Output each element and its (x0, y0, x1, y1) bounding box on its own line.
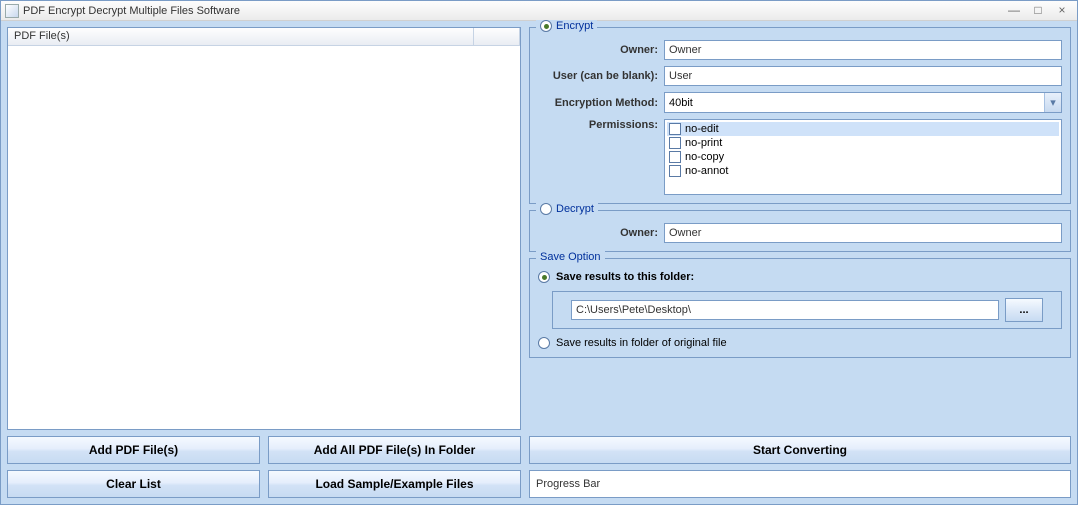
save-original-option[interactable]: Save results in folder of original file (538, 337, 1062, 349)
encrypt-group: Encrypt Owner: User (can be blank): Encr… (529, 27, 1071, 204)
button-row-2: Clear List Load Sample/Example Files Pro… (7, 470, 1071, 498)
titlebar: PDF Encrypt Decrypt Multiple Files Softw… (1, 1, 1077, 21)
perm-no-edit-label: no-edit (685, 123, 719, 135)
close-button[interactable]: × (1051, 4, 1073, 18)
start-converting-button[interactable]: Start Converting (529, 436, 1071, 464)
left-column: PDF File(s) (7, 27, 521, 430)
permissions-list[interactable]: no-edit no-print no-copy (664, 119, 1062, 195)
button-row-1: Add PDF File(s) Add All PDF File(s) In F… (7, 436, 1071, 464)
encrypt-method-combo[interactable]: 40bit ▾ (664, 92, 1062, 113)
encrypt-user-label: User (can be blank): (538, 70, 664, 82)
minimize-button[interactable]: — (1003, 4, 1025, 18)
bottom-rows: Add PDF File(s) Add All PDF File(s) In F… (7, 436, 1071, 498)
add-pdf-files-button[interactable]: Add PDF File(s) (7, 436, 260, 464)
perm-no-annot-checkbox[interactable] (669, 165, 681, 177)
file-list-header: PDF File(s) (8, 28, 520, 46)
save-to-folder-radio[interactable] (538, 271, 550, 283)
top-area: PDF File(s) Encrypt Owner: (7, 27, 1071, 430)
encrypt-perm-label: Permissions: (538, 119, 664, 131)
encrypt-legend-label: Encrypt (556, 20, 593, 32)
window-title: PDF Encrypt Decrypt Multiple Files Softw… (23, 5, 1001, 17)
perm-no-copy-checkbox[interactable] (669, 151, 681, 163)
perm-no-edit-checkbox[interactable] (669, 123, 681, 135)
encrypt-radio[interactable] (540, 20, 552, 32)
maximize-button[interactable]: □ (1027, 4, 1049, 18)
save-to-folder-option[interactable]: Save results to this folder: (538, 271, 1062, 283)
add-all-pdf-folder-button[interactable]: Add All PDF File(s) In Folder (268, 436, 521, 464)
save-path-wrap: ... (552, 291, 1062, 329)
file-list-column-header[interactable]: PDF File(s) (8, 28, 474, 45)
encrypt-owner-input[interactable] (664, 40, 1062, 60)
save-original-radio[interactable] (538, 337, 550, 349)
perm-no-print-checkbox[interactable] (669, 137, 681, 149)
file-list-column-spacer (474, 28, 520, 45)
decrypt-owner-label: Owner: (538, 227, 664, 239)
client-area: PDF File(s) Encrypt Owner: (1, 21, 1077, 504)
save-path-input[interactable] (571, 300, 999, 320)
perm-no-copy-label: no-copy (685, 151, 724, 163)
progress-bar: Progress Bar (529, 470, 1071, 498)
app-window: PDF Encrypt Decrypt Multiple Files Softw… (0, 0, 1078, 505)
perm-no-annot[interactable]: no-annot (667, 164, 1059, 178)
encrypt-user-input[interactable] (664, 66, 1062, 86)
browse-button[interactable]: ... (1005, 298, 1043, 322)
load-sample-button[interactable]: Load Sample/Example Files (268, 470, 521, 498)
save-original-label: Save results in folder of original file (556, 337, 727, 349)
encrypt-owner-label: Owner: (538, 44, 664, 56)
decrypt-radio[interactable] (540, 203, 552, 215)
save-option-group: Save Option Save results to this folder:… (529, 258, 1071, 358)
perm-no-copy[interactable]: no-copy (667, 150, 1059, 164)
decrypt-legend-label: Decrypt (556, 203, 594, 215)
save-legend: Save Option (536, 251, 605, 263)
right-column: Encrypt Owner: User (can be blank): Encr… (529, 27, 1071, 430)
app-icon (5, 4, 19, 18)
save-legend-label: Save Option (540, 251, 601, 263)
clear-list-button[interactable]: Clear List (7, 470, 260, 498)
decrypt-legend[interactable]: Decrypt (536, 203, 598, 215)
perm-no-annot-label: no-annot (685, 165, 728, 177)
perm-no-print-label: no-print (685, 137, 722, 149)
perm-no-edit[interactable]: no-edit (667, 122, 1059, 136)
perm-no-print[interactable]: no-print (667, 136, 1059, 150)
encrypt-legend[interactable]: Encrypt (536, 20, 597, 32)
chevron-down-icon: ▾ (1044, 93, 1061, 112)
progress-text: Progress Bar (536, 478, 600, 490)
save-to-folder-label: Save results to this folder: (556, 271, 694, 283)
encrypt-method-value: 40bit (665, 97, 1044, 109)
file-list[interactable]: PDF File(s) (7, 27, 521, 430)
decrypt-owner-input[interactable] (664, 223, 1062, 243)
decrypt-group: Decrypt Owner: (529, 210, 1071, 252)
encrypt-method-label: Encryption Method: (538, 97, 664, 109)
